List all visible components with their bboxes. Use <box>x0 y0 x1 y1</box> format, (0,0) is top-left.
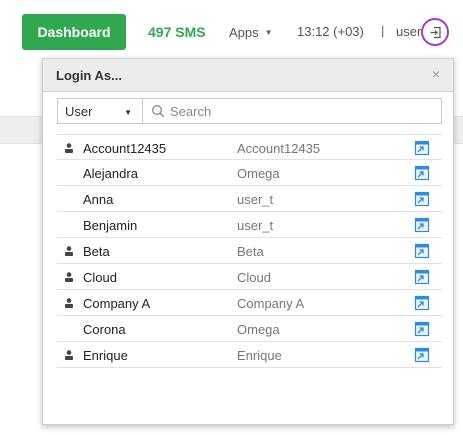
separator: | <box>381 23 385 38</box>
user-row[interactable]: Corona Omega <box>57 316 442 342</box>
login-as-dialog: Login As... × User ▼ Account12435 Accoun… <box>42 58 454 425</box>
login-as-user-icon[interactable] <box>414 140 430 156</box>
search-box[interactable] <box>143 98 442 124</box>
user-name: Cloud <box>83 270 117 285</box>
top-bar: Dashboard 497 SMS Apps ▼ 13:12 (+03) | u… <box>0 0 463 60</box>
user-row[interactable]: Cloud Cloud <box>57 264 442 290</box>
user-row[interactable]: Benjamin user_t <box>57 212 442 238</box>
user-name: Anna <box>83 192 114 207</box>
user-row[interactable]: Anna user_t <box>57 186 442 212</box>
user-name: Alejandra <box>83 166 138 181</box>
user-company: Omega <box>237 166 280 181</box>
user-row[interactable]: Company A Company A <box>57 290 442 316</box>
dashboard-button[interactable]: Dashboard <box>22 14 126 50</box>
filter-controls: User ▼ <box>57 98 442 124</box>
login-as-user-icon[interactable] <box>414 269 430 285</box>
user-company: Beta <box>237 244 264 259</box>
login-as-user-icon[interactable] <box>414 217 430 233</box>
login-as-user-icon[interactable] <box>414 191 430 207</box>
user-company: Company A <box>237 296 305 311</box>
login-as-user-icon[interactable] <box>414 295 430 311</box>
login-as-user-icon[interactable] <box>414 347 430 363</box>
user-company: user_t <box>237 192 274 207</box>
chevron-down-icon: ▼ <box>264 28 273 37</box>
user-menu[interactable]: user <box>396 24 421 39</box>
search-input[interactable] <box>170 103 370 119</box>
login-as-user-icon[interactable] <box>414 165 430 181</box>
user-name: Beta <box>83 244 110 259</box>
person-icon <box>65 350 73 360</box>
user-company: Enrique <box>237 348 282 363</box>
user-list: Account12435 Account12435 Alejandra Omeg… <box>57 134 442 368</box>
user-name: Company A <box>83 296 151 311</box>
user-company: Account12435 <box>237 141 321 156</box>
user-company: Cloud <box>237 270 271 285</box>
person-icon <box>65 246 73 256</box>
login-as-icon[interactable] <box>421 18 449 46</box>
close-icon[interactable]: × <box>432 67 440 81</box>
account-type-select-value: User <box>65 103 93 119</box>
user-row[interactable]: Alejandra Omega <box>57 160 442 186</box>
user-row[interactable]: Beta Beta <box>57 238 442 264</box>
clock-time: 13:12 (+03) <box>297 24 364 39</box>
user-row[interactable]: Enrique Enrique <box>57 342 442 368</box>
person-icon <box>65 298 73 308</box>
dialog-header: Login As... × <box>43 59 453 92</box>
sms-balance[interactable]: 497 SMS <box>148 24 206 40</box>
person-icon <box>65 143 73 153</box>
user-name: Benjamin <box>83 218 138 233</box>
chevron-down-icon: ▼ <box>124 108 132 117</box>
search-icon <box>152 105 165 118</box>
login-as-user-icon[interactable] <box>414 321 430 337</box>
account-type-select[interactable]: User ▼ <box>57 98 143 124</box>
user-name: Enrique <box>83 348 128 363</box>
user-row[interactable]: Account12435 Account12435 <box>57 134 442 160</box>
person-icon <box>65 272 73 282</box>
user-company: user_t <box>237 218 274 233</box>
user-name: Corona <box>83 322 126 337</box>
apps-menu-label: Apps <box>229 25 259 40</box>
login-as-user-icon[interactable] <box>414 243 430 259</box>
user-name: Account12435 <box>83 141 167 156</box>
dialog-title: Login As... <box>56 67 122 83</box>
user-company: Omega <box>237 322 280 337</box>
apps-menu[interactable]: Apps ▼ <box>229 25 273 40</box>
